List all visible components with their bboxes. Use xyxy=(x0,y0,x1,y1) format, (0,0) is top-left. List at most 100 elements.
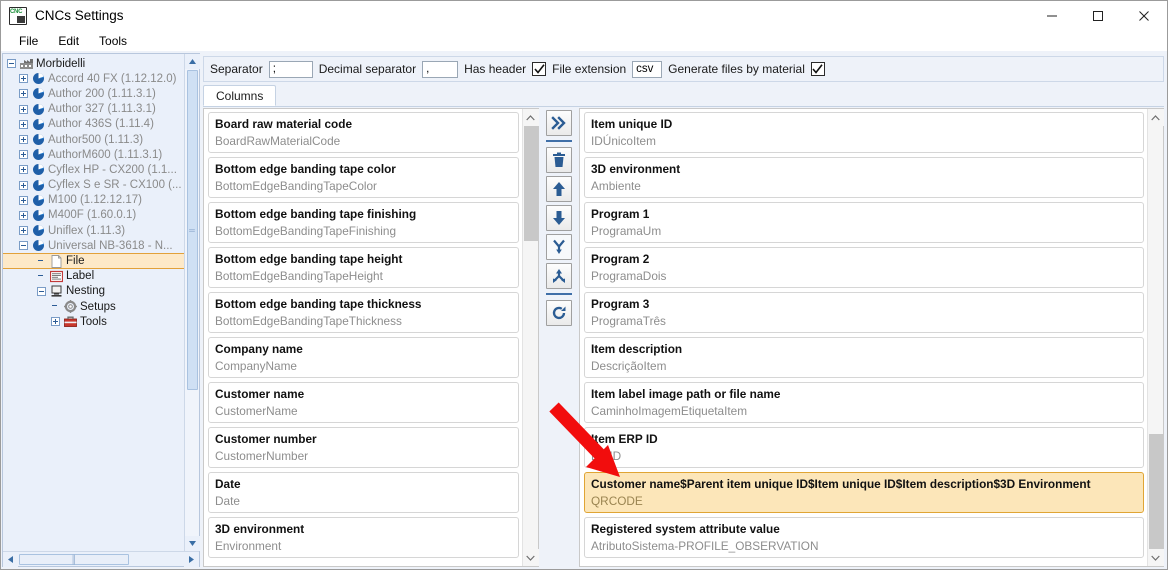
column-list-item[interactable]: Item description DescriçãoItem xyxy=(584,337,1144,378)
menu-tools[interactable]: Tools xyxy=(89,32,137,50)
tree-expander-plus[interactable] xyxy=(19,135,28,145)
tree-node-uniflex-1-11-3[interactable]: Uniflex (1.11.3) xyxy=(3,223,184,238)
available-scroll-track[interactable] xyxy=(523,126,539,549)
machines-tree[interactable]: Morbidelli Accord 40 FX (1.12.12.0) Author… xyxy=(3,54,184,551)
available-scroll-down-arrow[interactable] xyxy=(522,549,539,566)
tree-node-label: Author 327 (1.11.3.1) xyxy=(48,103,156,116)
tree-node-morbidelli[interactable]: Morbidelli xyxy=(3,56,184,71)
maximize-button[interactable] xyxy=(1075,1,1121,31)
tree-expander-plus[interactable] xyxy=(19,89,28,99)
column-item-code: ProgramaDois xyxy=(591,269,667,283)
tree-vertical-scrollbar[interactable]: ═ xyxy=(184,54,200,551)
tree-scroll-left-arrow[interactable] xyxy=(3,551,18,567)
tree-expander-plus[interactable] xyxy=(19,165,28,175)
tree-node-m400f-1-60-0-1[interactable]: M400F (1.60.0.1) xyxy=(3,208,184,223)
tree-expander-plus[interactable] xyxy=(19,150,28,160)
tree-node-author-327-1-11-3-1[interactable]: Author 327 (1.11.3.1) xyxy=(3,102,184,117)
tree-node-label[interactable]: Label xyxy=(3,269,184,284)
selected-columns-list[interactable]: Item unique ID IDÚnicoItem 3D environment A… xyxy=(580,109,1147,566)
tree-node-cyflex-s-e-sr-cx100[interactable]: Cyflex S e SR - CX100 (... xyxy=(3,178,184,193)
tree-scroll-down-arrow[interactable] xyxy=(184,536,200,551)
column-list-item[interactable]: Program 1 ProgramaUm xyxy=(584,202,1144,243)
column-list-item[interactable]: Registered system attribute value Atribut… xyxy=(584,517,1144,558)
tree-node-file[interactable]: File xyxy=(3,253,184,269)
tree-node-author-436s-1-11-4[interactable]: Author 436S (1.11.4) xyxy=(3,117,184,132)
available-columns-list[interactable]: Board raw material code BoardRawMaterialC… xyxy=(204,109,522,566)
refresh-button[interactable] xyxy=(546,300,572,326)
tree-scroll-up-arrow[interactable] xyxy=(184,54,200,69)
column-list-item[interactable]: Board raw material code BoardRawMaterialC… xyxy=(208,112,519,153)
close-button[interactable] xyxy=(1121,1,1167,31)
tab-columns[interactable]: Columns xyxy=(203,85,277,106)
column-list-item[interactable]: 3D environment Environment xyxy=(208,517,519,558)
separator-input[interactable]: ; xyxy=(268,60,313,78)
tab-strip: Columns xyxy=(203,85,1164,107)
decimal-separator-input[interactable]: , xyxy=(422,60,459,78)
generate-files-by-material-checkbox[interactable] xyxy=(810,62,825,76)
tree-expander-plus[interactable] xyxy=(19,195,28,205)
selected-columns-scrollbar[interactable] xyxy=(1147,109,1164,566)
column-list-item[interactable]: 3D environment Ambiente xyxy=(584,157,1144,198)
selected-scroll-down-arrow[interactable] xyxy=(1147,549,1164,566)
move-down-button[interactable] xyxy=(546,205,572,231)
available-scroll-thumb[interactable] xyxy=(523,126,538,241)
machine-icon xyxy=(32,239,45,252)
tree-node-label: Author500 (1.11.3) xyxy=(48,133,144,146)
label-icon xyxy=(50,270,63,283)
menu-file[interactable]: File xyxy=(9,32,48,50)
column-list-item[interactable]: Company name CompanyName xyxy=(208,337,519,378)
delete-button[interactable] xyxy=(546,147,572,173)
tree-expander-plus[interactable] xyxy=(51,317,60,327)
split-button[interactable] xyxy=(546,263,572,289)
has-header-checkbox[interactable] xyxy=(532,62,547,76)
selected-scroll-thumb[interactable] xyxy=(1148,434,1163,549)
tree-expander-minus[interactable] xyxy=(19,241,28,251)
available-scroll-up-arrow[interactable] xyxy=(522,109,539,126)
column-list-item[interactable]: Bottom edge banding tape thickness Bottom… xyxy=(208,292,519,333)
tree-node-tools[interactable]: Tools xyxy=(3,314,184,329)
tree-node-accord-40-fx-1-12-12-0[interactable]: Accord 40 FX (1.12.12.0) xyxy=(3,71,184,86)
tree-node-nesting[interactable]: Nesting xyxy=(3,284,184,299)
tree-horizontal-scrollbar[interactable]: ║ xyxy=(3,551,199,567)
tree-expander-plus[interactable] xyxy=(19,119,28,129)
tree-node-author-200-1-11-3-1[interactable]: Author 200 (1.11.3.1) xyxy=(3,86,184,101)
column-list-item[interactable]: Bottom edge banding tape height BottomEdg… xyxy=(208,247,519,288)
column-list-item[interactable]: Date Date xyxy=(208,472,519,513)
tree-expander-plus[interactable] xyxy=(19,104,28,114)
column-list-item[interactable]: Customer name CustomerName xyxy=(208,382,519,423)
column-list-item[interactable]: Customer number CustomerNumber xyxy=(208,427,519,468)
tree-expander-plus[interactable] xyxy=(19,180,28,190)
tree-hscroll-thumb[interactable]: ║ xyxy=(19,553,129,565)
tree-expander-plus[interactable] xyxy=(19,74,28,84)
column-list-item[interactable]: Program 3 ProgramaTrês xyxy=(584,292,1144,333)
file-extension-input[interactable]: csv xyxy=(632,60,663,78)
tree-expander-minus[interactable] xyxy=(7,59,16,69)
tree-node-universal-nb-3618-n[interactable]: Universal NB-3618 - N... xyxy=(3,238,184,253)
tree-node-author500-1-11-3[interactable]: Author500 (1.11.3) xyxy=(3,132,184,147)
selected-scroll-up-arrow[interactable] xyxy=(1147,109,1164,126)
available-columns-scrollbar[interactable] xyxy=(522,109,539,566)
column-list-item[interactable]: Bottom edge banding tape color BottomEdge… xyxy=(208,157,519,198)
column-list-item[interactable]: Item ERP ID ErpID xyxy=(584,427,1144,468)
column-list-item[interactable]: Item unique ID IDÚnicoItem xyxy=(584,112,1144,153)
minimize-button[interactable] xyxy=(1029,1,1075,31)
merge-button[interactable] xyxy=(546,234,572,260)
move-up-button[interactable] xyxy=(546,176,572,202)
tree-node-authorm600-1-11-3-1[interactable]: AuthorM600 (1.11.3.1) xyxy=(3,147,184,162)
tree-scroll-right-arrow[interactable] xyxy=(184,551,199,567)
tree-node-cyflex-hp-cx200-1-1[interactable]: Cyflex HP - CX200 (1.1... xyxy=(3,162,184,177)
tree-expander-plus[interactable] xyxy=(19,210,28,220)
column-list-item[interactable]: Customer name$Parent item unique ID$Item… xyxy=(584,472,1144,513)
column-list-item[interactable]: Item label image path or file name Caminh… xyxy=(584,382,1144,423)
menu-edit[interactable]: Edit xyxy=(48,32,89,50)
tree-expander-plus[interactable] xyxy=(19,226,28,236)
column-list-item[interactable]: Bottom edge banding tape finishing Bottom… xyxy=(208,202,519,243)
column-list-item[interactable]: Program 2 ProgramaDois xyxy=(584,247,1144,288)
tree-node-m100-1-12-12-17[interactable]: M100 (1.12.12.17) xyxy=(3,193,184,208)
tree-scroll-thumb[interactable]: ═ xyxy=(186,70,198,390)
tree-node-setups[interactable]: Setups xyxy=(3,299,184,314)
tree-expander-none xyxy=(37,272,46,281)
selected-scroll-track[interactable] xyxy=(1148,126,1164,549)
tree-expander-minus[interactable] xyxy=(37,286,46,296)
move-right-button[interactable] xyxy=(546,110,572,136)
